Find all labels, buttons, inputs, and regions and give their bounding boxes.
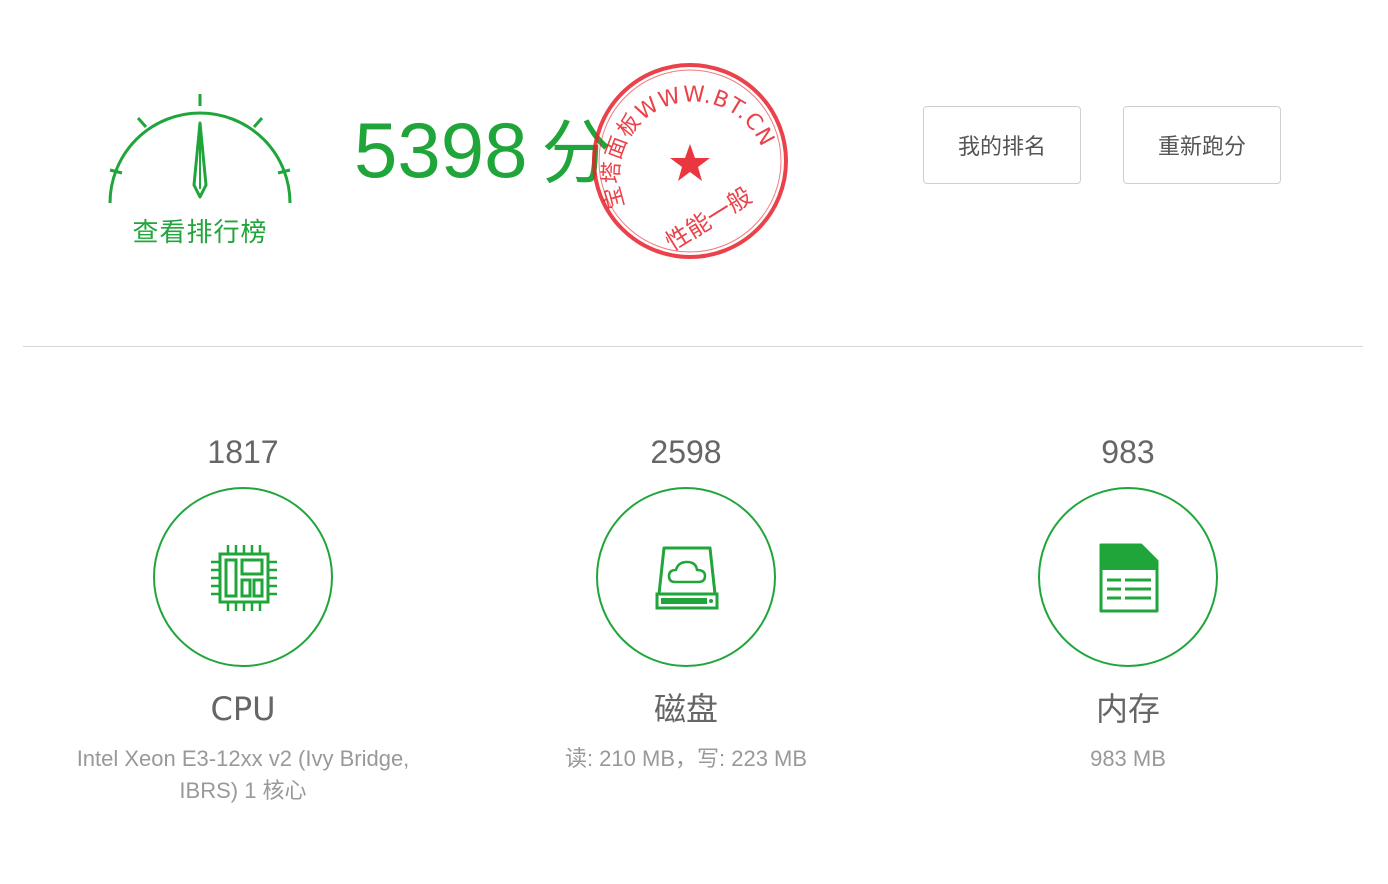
cpu-icon-circle xyxy=(153,487,333,667)
memory-score: 983 xyxy=(1101,434,1155,470)
leaderboard-label: 查看排行榜 xyxy=(132,218,268,248)
disk-cloud-icon xyxy=(655,546,719,610)
cpu-score: 1817 xyxy=(207,434,279,470)
memory-detail: 983 MB xyxy=(1090,746,1166,771)
divider xyxy=(23,346,1363,347)
cpu-chip-icon xyxy=(211,545,277,611)
rerun-benchmark-button[interactable]: 重新跑分 xyxy=(1123,106,1281,184)
total-score-value: 5398 xyxy=(354,106,528,194)
star-icon xyxy=(670,144,710,181)
disk-icon-circle xyxy=(596,487,776,667)
stamp-verdict: 性能一般 xyxy=(661,182,757,257)
speedometer-icon xyxy=(108,94,292,204)
metric-memory: 983 内存 983 MB xyxy=(908,425,1348,775)
memory-icon-circle xyxy=(1038,487,1218,667)
cpu-detail: Intel Xeon E3-12xx v2 (Ivy Bridge, IBRS)… xyxy=(76,746,410,803)
memory-card-icon xyxy=(1099,543,1159,613)
memory-label: 内存 xyxy=(1095,690,1160,728)
disk-detail: 读: 210 MB，写: 223 MB xyxy=(564,746,808,771)
performance-stamp: 宝塔面板WWW.BT.CN 性能一般 xyxy=(592,63,788,259)
disk-score: 2598 xyxy=(650,434,722,470)
my-rank-button[interactable]: 我的排名 xyxy=(923,106,1081,184)
metric-cpu: 1817 CPU Intel Xeon E3-12xx v2 (Ivy Brid… xyxy=(23,425,463,807)
disk-label: 磁盘 xyxy=(653,690,718,728)
metric-disk: 2598 磁盘 读: 210 MB，写: 223 MB xyxy=(466,425,906,775)
total-score: 5398 分 xyxy=(354,100,612,200)
cpu-label: CPU xyxy=(210,690,276,728)
leaderboard-link[interactable]: 查看排行榜 xyxy=(100,85,300,255)
